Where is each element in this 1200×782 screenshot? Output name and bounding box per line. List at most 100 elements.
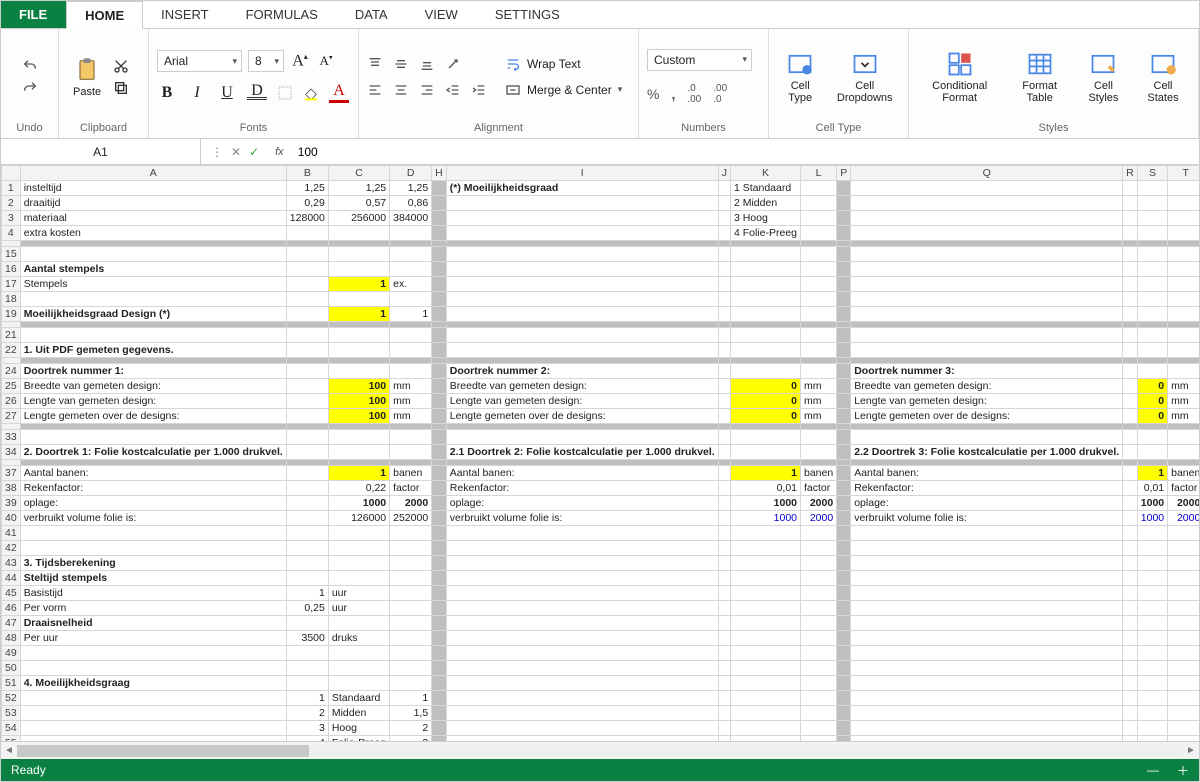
row-header-40[interactable]: 40 [2, 511, 21, 526]
cell-T52[interactable] [1168, 691, 1199, 706]
row-header-39[interactable]: 39 [2, 496, 21, 511]
cell-H54[interactable] [432, 721, 447, 736]
tab-formulas[interactable]: FORMULAS [228, 1, 337, 28]
cell-R52[interactable] [1123, 691, 1138, 706]
cell-D41[interactable] [390, 526, 432, 541]
cell-S2[interactable] [1137, 196, 1167, 211]
cell-A17[interactable]: Stempels [20, 277, 286, 292]
row-header-24[interactable]: 24 [2, 364, 21, 379]
cell-I46[interactable] [446, 601, 718, 616]
cell-J49[interactable] [718, 646, 730, 661]
cell-I39[interactable]: oplage: [446, 496, 718, 511]
cell-L3[interactable] [801, 211, 837, 226]
cell-S47[interactable] [1137, 616, 1167, 631]
cell-C48[interactable]: druks [328, 631, 389, 646]
cell-T34[interactable] [1168, 445, 1199, 460]
row-header-54[interactable]: 54 [2, 721, 21, 736]
cell-H25[interactable] [432, 379, 447, 394]
cell-S48[interactable] [1137, 631, 1167, 646]
cell-S3[interactable] [1137, 211, 1167, 226]
col-header-J[interactable]: J [718, 166, 730, 181]
cell-R19[interactable] [1123, 307, 1138, 322]
align-top-icon[interactable] [367, 56, 383, 72]
cell-H48[interactable] [432, 631, 447, 646]
cell-J21[interactable] [718, 328, 730, 343]
cell-P45[interactable] [837, 586, 851, 601]
cell-S27[interactable]: 0 [1137, 409, 1167, 424]
cell-I26[interactable]: Lengte van gemeten design: [446, 394, 718, 409]
cell-R4[interactable] [1123, 226, 1138, 241]
row-header-43[interactable]: 43 [2, 556, 21, 571]
tab-data[interactable]: DATA [337, 1, 407, 28]
cell-D33[interactable] [390, 430, 432, 445]
cell-K24[interactable] [730, 364, 800, 379]
row-header-37[interactable]: 37 [2, 466, 21, 481]
cell-D19[interactable]: 1 [390, 307, 432, 322]
cell-L47[interactable] [801, 616, 837, 631]
cell-H24[interactable] [432, 364, 447, 379]
cell-A50[interactable] [20, 661, 286, 676]
cell-P34[interactable] [837, 445, 851, 460]
cell-K22[interactable] [730, 343, 800, 358]
cell-J19[interactable] [718, 307, 730, 322]
cell-K3[interactable]: 3 Hoog [730, 211, 800, 226]
cell-L48[interactable] [801, 631, 837, 646]
col-header-H[interactable]: H [432, 166, 447, 181]
cell-K39[interactable]: 1000 [730, 496, 800, 511]
cell-A42[interactable] [20, 541, 286, 556]
cell-C24[interactable] [328, 364, 389, 379]
cell-Q34[interactable]: 2.2 Doortrek 3: Folie kostcalculatie per… [851, 445, 1123, 460]
cell-R37[interactable] [1123, 466, 1138, 481]
cell-T25[interactable]: mm [1168, 379, 1199, 394]
zoom-in-icon[interactable]: ＋ [1177, 762, 1189, 779]
cell-I54[interactable] [446, 721, 718, 736]
cell-A41[interactable] [20, 526, 286, 541]
cell-S38[interactable]: 0,01 [1137, 481, 1167, 496]
cell-S46[interactable] [1137, 601, 1167, 616]
cell-B41[interactable] [286, 526, 328, 541]
cell-D40[interactable]: 252000 [390, 511, 432, 526]
scroll-left-icon[interactable]: ◄ [1, 745, 17, 756]
name-box[interactable]: A1 [1, 139, 201, 164]
cell-A44[interactable]: Steltijd stempels [20, 571, 286, 586]
cell-T55[interactable] [1168, 736, 1199, 742]
cell-T37[interactable]: banen [1168, 466, 1199, 481]
cell-P19[interactable] [837, 307, 851, 322]
cell-B24[interactable] [286, 364, 328, 379]
cell-K4[interactable]: 4 Folie-Preeg [730, 226, 800, 241]
cell-I53[interactable] [446, 706, 718, 721]
cell-D3[interactable]: 384000 [390, 211, 432, 226]
cell-C44[interactable] [328, 571, 389, 586]
row-header-48[interactable]: 48 [2, 631, 21, 646]
cell-R1[interactable] [1123, 181, 1138, 196]
cell-T18[interactable] [1168, 292, 1199, 307]
cell-R22[interactable] [1123, 343, 1138, 358]
cell-S39[interactable]: 1000 [1137, 496, 1167, 511]
cell-P15[interactable] [837, 247, 851, 262]
tab-home[interactable]: HOME [66, 1, 143, 29]
cell-J42[interactable] [718, 541, 730, 556]
cell-I34[interactable]: 2.1 Doortrek 2: Folie kostcalculatie per… [446, 445, 718, 460]
row-header-33[interactable]: 33 [2, 430, 21, 445]
cell-L45[interactable] [801, 586, 837, 601]
cell-A34[interactable]: 2. Doortrek 1: Folie kostcalculatie per … [20, 445, 286, 460]
cell-J54[interactable] [718, 721, 730, 736]
font-color-icon[interactable]: A [329, 82, 349, 103]
cell-B44[interactable] [286, 571, 328, 586]
row-header-52[interactable]: 52 [2, 691, 21, 706]
row-header-26[interactable]: 26 [2, 394, 21, 409]
cell-R48[interactable] [1123, 631, 1138, 646]
cell-Q45[interactable] [851, 586, 1123, 601]
cell-styles-button[interactable]: Cell Styles [1077, 46, 1130, 108]
cell-C33[interactable] [328, 430, 389, 445]
cell-D37[interactable]: banen [390, 466, 432, 481]
cell-L44[interactable] [801, 571, 837, 586]
cell-H27[interactable] [432, 409, 447, 424]
cell-C46[interactable]: uur [328, 601, 389, 616]
cell-J17[interactable] [718, 277, 730, 292]
row-header-34[interactable]: 34 [2, 445, 21, 460]
tab-file[interactable]: FILE [1, 1, 66, 28]
cell-B3[interactable]: 128000 [286, 211, 328, 226]
cell-I43[interactable] [446, 556, 718, 571]
fill-color-icon[interactable] [303, 85, 319, 101]
